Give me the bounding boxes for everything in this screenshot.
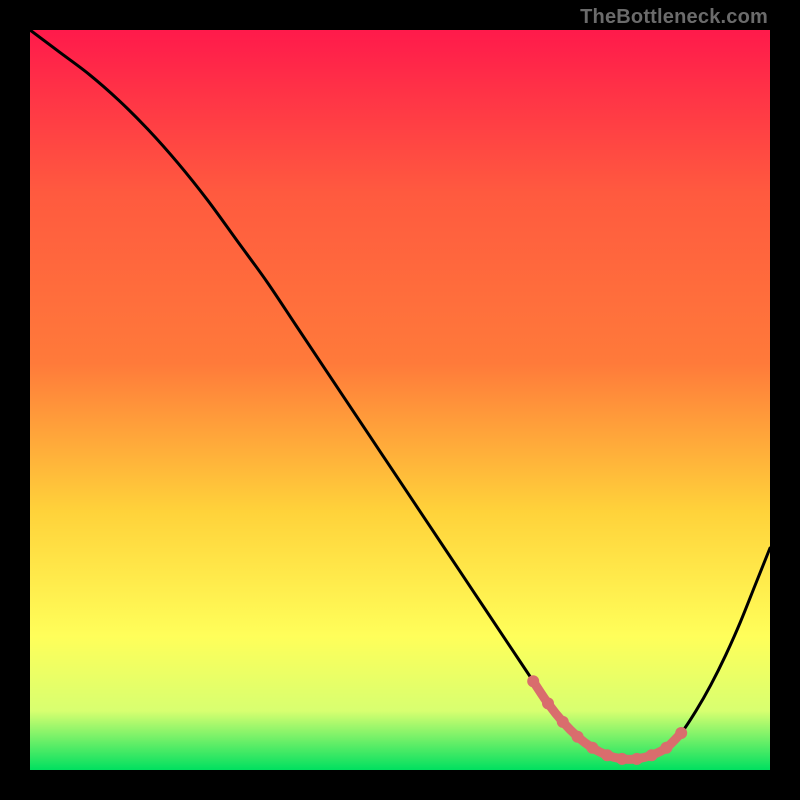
watermark-text: TheBottleneck.com <box>580 6 768 29</box>
optimal-range-dot <box>527 675 539 687</box>
optimal-range-dot <box>631 753 643 765</box>
optimal-range-dot <box>616 753 628 765</box>
bottleneck-chart <box>30 30 770 770</box>
gradient-background <box>30 30 770 770</box>
optimal-range-dot <box>586 742 598 754</box>
optimal-range-dot <box>660 742 672 754</box>
optimal-range-dot <box>675 727 687 739</box>
optimal-range-dot <box>646 749 658 761</box>
optimal-range-dot <box>542 697 554 709</box>
optimal-range-dot <box>601 749 613 761</box>
chart-frame <box>30 30 770 770</box>
optimal-range-dot <box>572 731 584 743</box>
optimal-range-dot <box>557 716 569 728</box>
